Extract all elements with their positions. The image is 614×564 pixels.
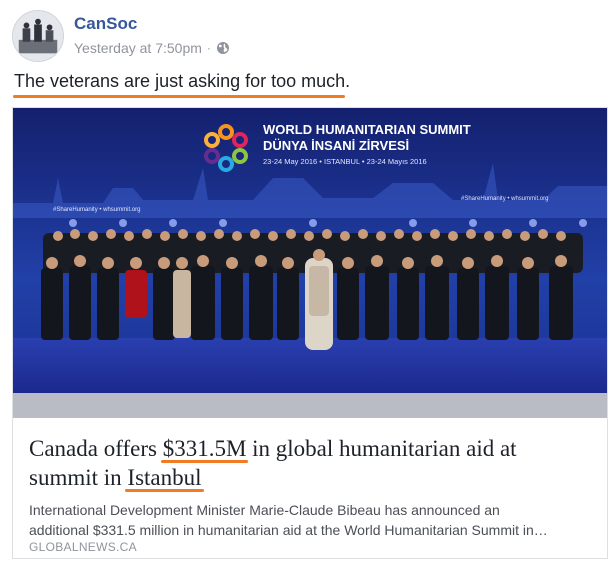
description-line-2: additional $331.5 million in humanitaria… <box>29 522 548 538</box>
article-title[interactable]: Canada offers $331.5M in global humanita… <box>29 434 589 492</box>
article-domain: GLOBALNEWS.CA <box>29 540 137 554</box>
banner-hashtag-right: #ShareHumanity • whsummit.org <box>461 196 548 202</box>
meta-separator: · <box>206 41 211 55</box>
article-description: International Development Minister Marie… <box>29 500 589 540</box>
article-photo[interactable]: WORLD HUMANITARIAN SUMMIT DÜNYA İNSANİ Z… <box>13 108 607 418</box>
globe-icon[interactable] <box>216 41 230 55</box>
title-text-part1: Canada offers <box>29 436 163 461</box>
post-header: CanSoc Yesterday at 7:50pm · <box>12 10 602 62</box>
page-name-link[interactable]: CanSoc <box>74 14 137 34</box>
title-amount-highlight: $331.5M <box>160 436 249 463</box>
banner-dates: 23-24 May 2016 • ISTANBUL • 23-24 Mayıs … <box>263 157 427 166</box>
title-city-highlight: Istanbul <box>125 465 204 492</box>
description-line-1: International Development Minister Marie… <box>29 502 500 518</box>
page-avatar[interactable] <box>12 10 64 62</box>
link-info[interactable]: Canada offers $331.5M in global humanita… <box>13 418 607 558</box>
post-timestamp[interactable]: Yesterday at 7:50pm <box>74 40 202 56</box>
post-meta: Yesterday at 7:50pm · <box>74 40 230 56</box>
banner-title-line2: DÜNYA İNSANİ ZİRVESİ <box>263 138 409 153</box>
post-status-text: The veterans are just asking for too muc… <box>14 71 351 91</box>
link-preview-card[interactable]: WORLD HUMANITARIAN SUMMIT DÜNYA İNSANİ Z… <box>12 107 608 559</box>
banner-title-line1: WORLD HUMANITARIAN SUMMIT <box>263 122 471 137</box>
banner-hashtag-left: #ShareHumanity • whsummit.org <box>53 207 140 213</box>
status-text-underline <box>13 95 345 98</box>
